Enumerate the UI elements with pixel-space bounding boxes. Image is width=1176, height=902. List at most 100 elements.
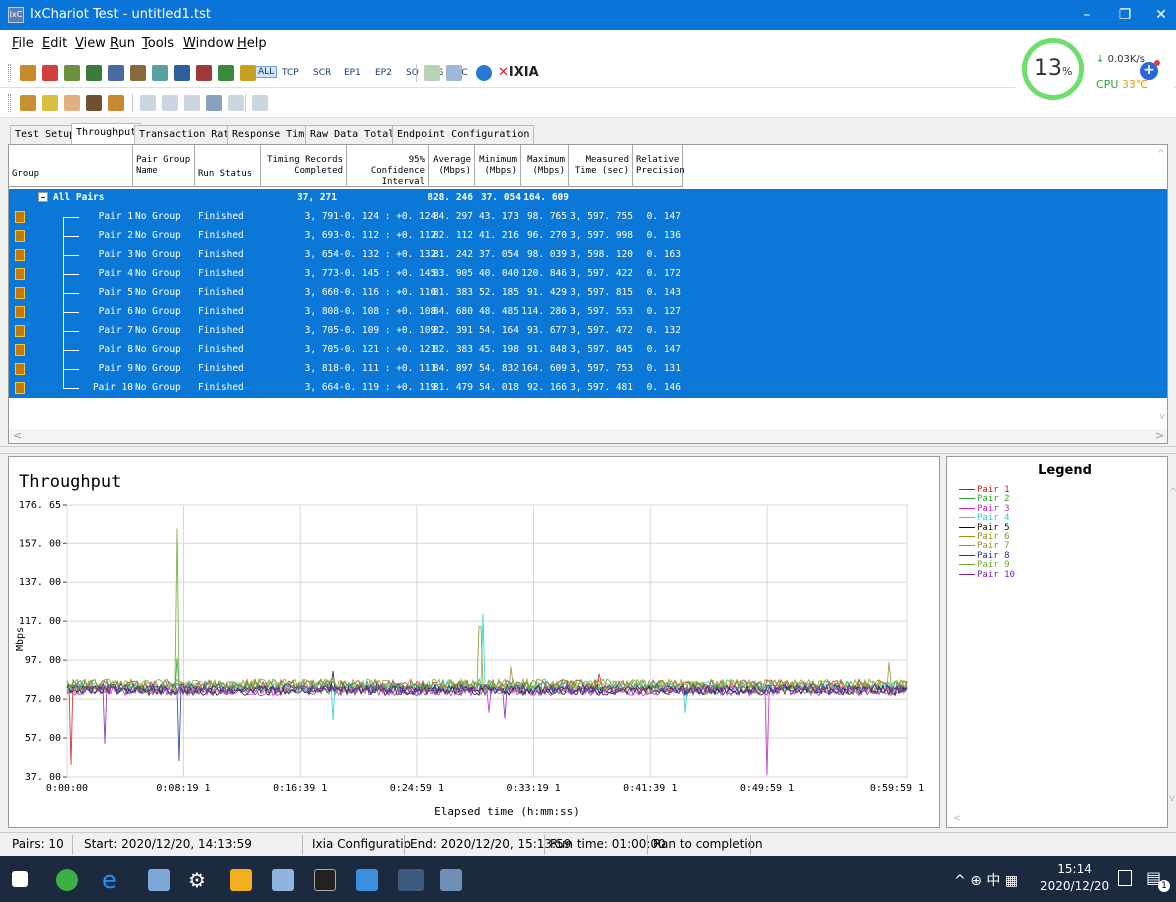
toolbar-tool-7-icon[interactable]	[152, 65, 168, 81]
close-button[interactable]: ✕	[1146, 4, 1176, 26]
pair-row[interactable]: Pair 7 No Group Finished 3, 705 -0. 109 : +0…	[9, 322, 1167, 341]
toolbar-tool-9-icon[interactable]	[196, 65, 212, 81]
toolbar-tool-1-icon[interactable]	[20, 65, 36, 81]
toolbar-tool-5-icon[interactable]	[108, 65, 124, 81]
column-header-maximum[interactable]: Maximum (Mbps)	[521, 145, 569, 187]
results-grid[interactable]: Group Pair Group Name Run Status Timing Reco…	[8, 144, 1168, 444]
pair-row[interactable]: Pair 2 No Group Finished 3, 693 -0. 112 : +0…	[9, 227, 1167, 246]
minimize-button[interactable]: –	[1072, 4, 1102, 26]
pair-row[interactable]: Pair 4 No Group Finished 3, 773 -0. 145 : +0…	[9, 265, 1167, 284]
pen-tool-icon[interactable]	[148, 869, 170, 891]
menu-item-view[interactable]: View	[75, 36, 106, 51]
column-header-timing[interactable]: Timing Records Completed	[261, 145, 347, 187]
desktop-notes-icon[interactable]	[1118, 870, 1132, 886]
pair-row[interactable]: Pair 8 No Group Finished 3, 705 -0. 121 : +0…	[9, 341, 1167, 360]
toolbar2-tool-1-icon[interactable]	[20, 95, 36, 111]
scroll-up-arrow-icon[interactable]: ^	[1157, 149, 1165, 160]
toolbar2-tool-2-icon[interactable]	[42, 95, 58, 111]
restore-button[interactable]: ❐	[1110, 4, 1140, 26]
scroll-right-arrow-icon[interactable]: >	[1155, 429, 1164, 442]
toolbar-tool-11-icon[interactable]	[240, 65, 256, 81]
toolbar2-tool-9-icon[interactable]	[206, 95, 222, 111]
toolbar2-tool-6-icon[interactable]	[140, 95, 156, 111]
legend-scroll-up-icon[interactable]: ^	[1169, 487, 1176, 498]
ime-indicator[interactable]: 中	[986, 873, 1000, 889]
toolbar-tool-4-icon[interactable]	[86, 65, 102, 81]
performance-monitor-widget[interactable]: 13% ↓ 0.03K/s CPU 33℃ +	[1016, 32, 1174, 114]
toolbar2-tool-4-icon[interactable]	[86, 95, 102, 111]
terminal-icon[interactable]	[314, 869, 336, 891]
legend-item-pair-10[interactable]: Pair 10	[959, 570, 1015, 580]
menu-item-window[interactable]: Window	[183, 36, 234, 51]
toolbar-tool-2-icon[interactable]	[42, 65, 58, 81]
pane-splitter[interactable]	[0, 446, 1176, 454]
filter-ep2-button[interactable]: EP2	[375, 68, 392, 78]
legend-hscrollbar[interactable]: <	[947, 813, 1176, 827]
tab-endpoint-configuration[interactable]: Endpoint Configuration	[392, 125, 535, 144]
tab-response-time[interactable]: Response Time	[227, 125, 316, 144]
filter-all-button[interactable]: ALL	[255, 66, 278, 78]
column-header-pair-group-name[interactable]: Pair Group Name	[133, 145, 195, 187]
collapse-toggle-icon[interactable]	[38, 192, 48, 202]
info-icon[interactable]	[476, 65, 492, 81]
toolbar2-tool-5-icon[interactable]	[108, 95, 124, 111]
column-header-minimum[interactable]: Minimum (Mbps)	[475, 145, 521, 187]
column-header-group[interactable]: Group	[9, 145, 133, 187]
pair-row[interactable]: Pair 5 No Group Finished 3, 660 -0. 116 : +0…	[9, 284, 1167, 303]
column-header-relative[interactable]: Relative Precision	[633, 145, 685, 187]
taskbar-clock[interactable]: 15:14 2020/12/20	[1040, 861, 1109, 895]
toolbar-tool-8-icon[interactable]	[174, 65, 190, 81]
menu-item-tools[interactable]: Tools	[142, 36, 174, 51]
column-header-average[interactable]: Average (Mbps)	[429, 145, 475, 187]
export-icon[interactable]	[446, 65, 462, 81]
browser-360-icon[interactable]	[56, 869, 78, 891]
pair-row[interactable]: Pair 9 No Group Finished 3, 818 -0. 111 : +0…	[9, 360, 1167, 379]
toolbar2-tool-10-icon[interactable]	[228, 95, 244, 111]
filter-ep1-button[interactable]: EP1	[344, 68, 361, 78]
menu-item-run[interactable]: Run	[110, 36, 135, 51]
settings-gear-icon[interactable]: ⚙	[188, 869, 210, 891]
toolbar2-tool-3-icon[interactable]	[64, 95, 80, 111]
toolbar2-tool-7-icon[interactable]	[162, 95, 178, 111]
start-windows-icon[interactable]	[12, 871, 28, 887]
toolbar2-tool-8-icon[interactable]	[184, 95, 200, 111]
toolbar-grip[interactable]	[8, 64, 11, 82]
scroll-left-arrow-icon[interactable]: <	[13, 429, 22, 442]
tab-throughput[interactable]: Throughput	[71, 123, 142, 144]
horizontal-scrollbar[interactable]: < >	[9, 429, 1167, 443]
scroll-down-arrow-icon[interactable]: v	[1159, 411, 1165, 422]
tray-chevron-icon[interactable]: ^	[954, 873, 966, 889]
toolbar-tool-6-icon[interactable]	[130, 65, 146, 81]
pair-row[interactable]: Pair 3 No Group Finished 3, 654 -0. 132 : +0…	[9, 246, 1167, 265]
toolbar-tool-10-icon[interactable]	[218, 65, 234, 81]
pair-row[interactable]: Pair 6 No Group Finished 3, 808 -0. 108 : +0…	[9, 303, 1167, 322]
menu-item-file[interactable]: File	[12, 36, 34, 51]
toolbar-tool-3-icon[interactable]	[64, 65, 80, 81]
all-pairs-summary-row[interactable]: All Pairs 37, 271 828. 246 37. 054 164. 609	[9, 189, 1167, 208]
ixchariot-taskbar-icon[interactable]	[398, 869, 424, 891]
column-header-run-status[interactable]: Run Status	[195, 145, 261, 187]
tab-raw-data-totals[interactable]: Raw Data Totals	[305, 125, 406, 144]
pair-row[interactable]: Pair 10 No Group Finished 3, 664 -0. 119 : +…	[9, 379, 1167, 398]
menu-item-edit[interactable]: Edit	[42, 36, 67, 51]
network-tool-icon[interactable]	[440, 869, 462, 891]
edge-browser-icon[interactable]: e	[102, 868, 124, 892]
remote-desktop-icon[interactable]	[356, 869, 378, 891]
column-header-measured[interactable]: Measured Time (sec)	[569, 145, 633, 187]
paint-icon[interactable]	[272, 869, 294, 891]
language-globe-icon[interactable]: ⊕	[970, 873, 982, 889]
toolbar2-tool-11-icon[interactable]	[252, 95, 268, 111]
report-icon[interactable]	[424, 65, 440, 81]
keyboard-icon[interactable]: ▦	[1005, 873, 1018, 889]
tab-transaction-rate[interactable]: Transaction Rate	[134, 125, 241, 144]
file-explorer-icon[interactable]	[230, 869, 252, 891]
tab-test-setup[interactable]: Test Setup	[10, 125, 81, 144]
toolbar-grip[interactable]	[8, 94, 11, 112]
filter-tcp-button[interactable]: TCP	[282, 68, 299, 78]
legend-scroll-down-icon[interactable]: v	[1169, 793, 1175, 804]
filter-scr-button[interactable]: SCR	[313, 68, 331, 78]
system-tray[interactable]: ^ ⊕ 中 ▦	[954, 870, 1018, 890]
pair-row[interactable]: Pair 1 No Group Finished 3, 791 -0. 124 : +0…	[9, 208, 1167, 227]
menu-item-help[interactable]: Help	[237, 36, 267, 51]
column-header-confidence[interactable]: 95% Confidence Interval	[347, 145, 429, 187]
